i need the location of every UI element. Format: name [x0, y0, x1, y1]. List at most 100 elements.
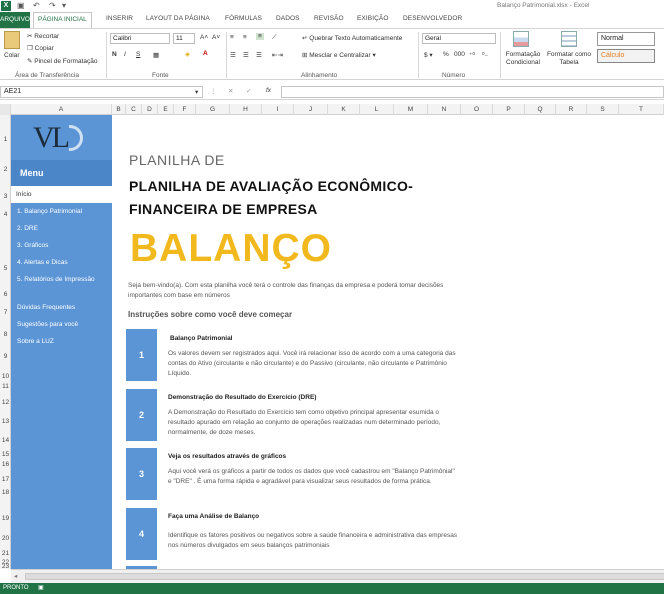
column-header[interactable]: G — [196, 104, 230, 115]
row-header[interactable]: 15 — [0, 451, 11, 458]
format-painter-button[interactable]: ✎ Pincel de Formatação — [27, 57, 98, 65]
increase-decimal-icon[interactable]: ⁺⁰ — [469, 51, 475, 59]
macro-record-icon[interactable]: ▣ — [38, 583, 44, 594]
row-header[interactable]: 7 — [0, 309, 11, 316]
column-header[interactable]: D — [142, 104, 158, 115]
font-color-icon[interactable]: A — [203, 50, 208, 57]
row-header[interactable]: 13 — [0, 418, 11, 425]
save-icon[interactable]: ▣ — [17, 1, 25, 10]
paste-icon[interactable] — [4, 31, 20, 49]
column-header[interactable]: F — [174, 104, 196, 115]
row-header[interactable]: 5 — [0, 265, 11, 272]
name-box-dropdown-icon[interactable]: ▾ — [195, 88, 198, 96]
format-table-button[interactable]: Formatar como Tabela — [546, 51, 592, 67]
indent-icon[interactable]: ⇤⇥ — [272, 51, 283, 59]
name-box[interactable]: AE21 — [0, 86, 203, 98]
row-header[interactable]: 2 — [0, 166, 11, 173]
select-all-corner[interactable] — [0, 104, 11, 115]
paste-button[interactable]: Colar — [4, 52, 20, 59]
orientation-icon[interactable]: ⟋ — [272, 34, 277, 42]
align-right-icon[interactable]: ☰ — [256, 51, 262, 59]
customize-icon[interactable]: ▾ — [62, 1, 66, 10]
align-top-icon[interactable]: ≡ — [230, 34, 234, 41]
row-header[interactable]: 3 — [0, 193, 11, 200]
column-header[interactable]: A — [11, 104, 112, 115]
row-header[interactable]: 14 — [0, 437, 11, 444]
row-header[interactable]: 23 — [0, 563, 11, 570]
format-table-icon[interactable] — [561, 31, 577, 47]
shrink-font-icon[interactable]: A˅ — [212, 34, 220, 41]
font-size-select[interactable]: 11 — [173, 33, 195, 44]
tab-file[interactable]: ARQUIVO — [0, 12, 30, 28]
row-header[interactable]: 21 — [0, 550, 11, 557]
confirm-icon[interactable]: ✓ — [246, 87, 251, 95]
row-header[interactable]: 6 — [0, 291, 11, 298]
conditional-format-button[interactable]: Formatação Condicional — [503, 51, 543, 67]
column-header[interactable]: N — [428, 104, 461, 115]
percent-button[interactable]: % — [443, 51, 449, 58]
row-header[interactable]: 19 — [0, 515, 11, 522]
column-header[interactable]: C — [126, 104, 142, 115]
sidebar-item-dre[interactable]: 2. DRE — [17, 225, 38, 232]
insert-function-button[interactable]: fx — [266, 87, 271, 94]
tab-data[interactable]: DADOS — [276, 15, 300, 22]
column-header[interactable]: O — [461, 104, 493, 115]
column-header[interactable]: T — [619, 104, 664, 115]
grow-font-icon[interactable]: A˄ — [200, 34, 208, 41]
tab-page-layout[interactable]: LAYOUT DA PÁGINA — [146, 15, 210, 22]
column-header[interactable]: B — [112, 104, 126, 115]
column-header[interactable]: R — [556, 104, 587, 115]
underline-button[interactable]: S — [136, 51, 140, 58]
column-header[interactable]: P — [493, 104, 525, 115]
tab-developer[interactable]: DESENVOLVEDOR — [403, 15, 462, 22]
style-normal[interactable]: Normal — [597, 32, 655, 46]
horizontal-scrollbar[interactable]: ◂ — [11, 569, 664, 583]
row-header[interactable]: 10 — [0, 373, 11, 380]
style-calc[interactable]: Cálculo — [597, 49, 655, 63]
row-header[interactable]: 11 — [0, 383, 11, 390]
column-header[interactable]: M — [394, 104, 428, 115]
row-header[interactable]: 17 — [0, 476, 11, 483]
row-header[interactable]: 18 — [0, 489, 11, 496]
sidebar-item-about[interactable]: Sobre a LUZ — [17, 338, 54, 345]
align-left-icon[interactable]: ☰ — [230, 51, 236, 59]
tab-formulas[interactable]: FÓRMULAS — [225, 15, 262, 22]
align-center-icon[interactable]: ☰ — [243, 51, 249, 59]
borders-icon[interactable]: ▦ — [153, 51, 159, 59]
redo-icon[interactable]: ↷ — [49, 1, 56, 10]
column-header[interactable]: H — [230, 104, 262, 115]
step-1-button[interactable]: 1 — [126, 329, 157, 381]
undo-icon[interactable]: ↶ — [33, 1, 40, 10]
bold-button[interactable]: N — [112, 51, 117, 58]
sidebar-item-suggestions[interactable]: Sugestões para você — [17, 321, 78, 328]
sidebar-item-alerts[interactable]: 4. Alertas e Dicas — [17, 259, 68, 266]
row-header[interactable]: 9 — [0, 353, 11, 360]
row-header[interactable]: 4 — [0, 211, 11, 218]
column-header[interactable]: E — [158, 104, 174, 115]
copy-button[interactable]: ❐ Copiar — [27, 44, 54, 52]
column-header[interactable]: I — [262, 104, 294, 115]
column-header[interactable]: K — [328, 104, 360, 115]
scrollbar-thumb[interactable] — [25, 573, 664, 580]
row-header[interactable]: 1 — [0, 136, 11, 143]
tab-view[interactable]: EXIBIÇÃO — [357, 15, 389, 22]
cancel-icon[interactable]: ✕ — [228, 87, 233, 95]
column-header[interactable]: L — [360, 104, 394, 115]
cut-button[interactable]: ✂ Recortar — [27, 32, 59, 40]
decrease-decimal-icon[interactable]: ⁰₋ — [482, 51, 488, 59]
step-2-button[interactable]: 2 — [126, 389, 157, 441]
row-header[interactable]: 8 — [0, 331, 11, 338]
step-3-button[interactable]: 3 — [126, 448, 157, 500]
sidebar-item-balance[interactable]: 1. Balanço Patrimonial — [17, 208, 82, 215]
formula-input[interactable] — [281, 86, 664, 98]
font-name-select[interactable]: Calibri — [110, 33, 170, 44]
align-middle-icon[interactable]: ≡ — [243, 34, 247, 41]
wrap-text-button[interactable]: ↵ Quebrar Texto Automaticamente — [302, 34, 402, 42]
tab-home[interactable]: PÁGINA INICIAL — [33, 12, 92, 28]
thousands-button[interactable]: 000 — [454, 51, 465, 58]
row-header[interactable]: 12 — [0, 399, 11, 406]
align-bottom-icon[interactable]: ≡ — [256, 33, 264, 40]
conditional-format-icon[interactable] — [513, 31, 529, 47]
fill-color-icon[interactable]: ◈ — [185, 50, 190, 58]
scroll-left-icon[interactable]: ◂ — [14, 572, 17, 580]
